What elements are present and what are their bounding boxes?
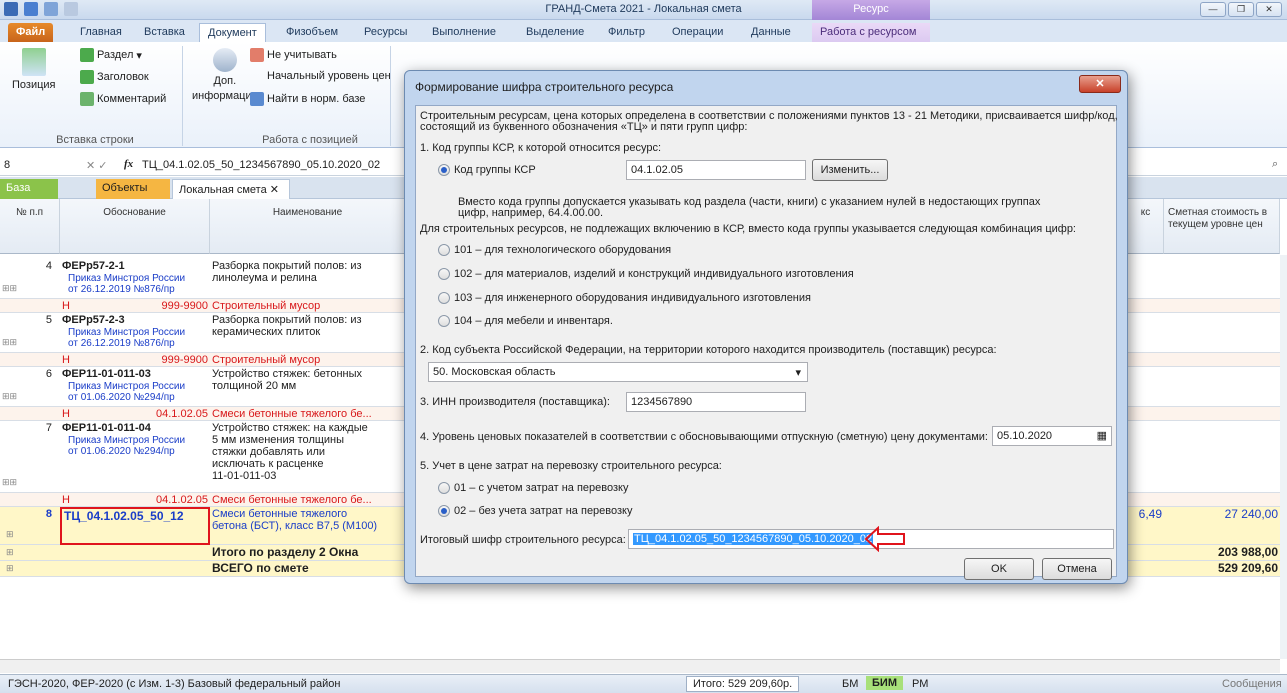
radio-transport-02[interactable] (438, 505, 450, 517)
function-icon[interactable]: fx (124, 158, 133, 170)
tab-filter[interactable]: Фильтр (600, 23, 653, 42)
section-icon (80, 48, 94, 62)
status-norm-base: ГЭСН-2020, ФЕР-2020 (с Изм. 1-3) Базовый… (8, 678, 341, 690)
horizontal-scrollbar[interactable] (0, 659, 1280, 673)
position-icon (21, 48, 46, 76)
expand-icon[interactable]: ⊞⊞ (0, 389, 20, 404)
dop-info-button[interactable]: Доп. информация (192, 48, 258, 102)
ignore-button[interactable]: Не учитывать (250, 48, 337, 62)
find-icon (250, 92, 264, 106)
ok-button[interactable]: OK (964, 558, 1034, 580)
formula-input[interactable]: ТЦ_04.1.02.05_50_1234567890_05.10.2020_0… (142, 159, 380, 171)
radio-101[interactable] (438, 244, 450, 256)
heading-button[interactable]: Заголовок (80, 70, 149, 84)
status-messages[interactable]: Сообщения (1222, 678, 1282, 690)
tab-data[interactable]: Данные (743, 23, 799, 42)
comment-icon (80, 92, 94, 106)
expand-icon[interactable]: ⊞ (4, 561, 16, 576)
heading-icon (80, 70, 94, 84)
magnifier-icon (212, 48, 237, 72)
expand-icon[interactable]: ⊞⊞ (0, 281, 20, 296)
tab-objects[interactable]: Объекты (96, 179, 170, 199)
tab-resource-work[interactable]: Работа с ресурсом (812, 23, 930, 42)
radio-103[interactable] (438, 292, 450, 304)
ksr-code-field[interactable]: 04.1.02.05 (626, 160, 806, 180)
status-bar: ГЭСН-2020, ФЕР-2020 (с Изм. 1-3) Базовый… (0, 674, 1287, 693)
ribbon-tabs: Файл Главная Вставка Документ Физобъем Р… (0, 20, 1287, 42)
group-position-label: Работа с позицией (262, 134, 358, 146)
expand-icon[interactable]: ⊞ (4, 527, 24, 542)
cell-reference[interactable]: 8 (4, 159, 10, 171)
separator (182, 46, 183, 146)
tab-insert[interactable]: Вставка (136, 23, 193, 42)
radio-102[interactable] (438, 268, 450, 280)
status-bim[interactable]: БИМ (866, 676, 903, 690)
window-title: ГРАНД-Смета 2021 - Локальная смета (545, 3, 742, 15)
position-button[interactable]: Позиция (12, 48, 56, 91)
section-button[interactable]: Раздел ▾ (80, 48, 142, 62)
tab-execution[interactable]: Выполнение (424, 23, 504, 42)
close-button[interactable]: ✕ (1256, 2, 1282, 17)
change-button[interactable]: Изменить... (812, 159, 888, 181)
tab-base[interactable]: База (0, 179, 58, 199)
radio-transport-01[interactable] (438, 482, 450, 494)
minimize-button[interactable]: — (1200, 2, 1226, 17)
header-num[interactable]: № п.п (0, 199, 60, 254)
context-tab-header: Ресурс (812, 0, 930, 20)
radio-ksr[interactable] (438, 164, 450, 176)
red-arrow-annotation (864, 526, 905, 552)
tab-selection[interactable]: Выделение (518, 23, 592, 42)
search-icon[interactable]: ⌕ (1272, 158, 1278, 171)
find-norm-button[interactable]: Найти в норм. базе (250, 92, 365, 106)
region-select[interactable]: 50. Московская область ▾ (428, 362, 808, 382)
date-field[interactable]: 05.10.2020 ▦ (992, 426, 1112, 446)
inn-field[interactable]: 1234567890 (626, 392, 806, 412)
tab-document[interactable]: Документ (199, 23, 266, 42)
dialog-body: Строительным ресурсам, цена которых опре… (415, 105, 1118, 580)
dialog-close-button[interactable]: ✕ (1079, 75, 1121, 93)
tab-home[interactable]: Главная (72, 23, 130, 42)
expand-icon[interactable]: ⊞⊞ (0, 335, 20, 350)
tab-local-estimate[interactable]: Локальная смета ✕ (172, 179, 290, 199)
group-insert-label: Вставка строки (56, 134, 134, 146)
header-name[interactable]: Наименование (210, 199, 406, 254)
ignore-icon (250, 48, 264, 62)
title-bar: ГРАНД-Смета 2021 - Локальная смета Ресур… (0, 0, 1287, 20)
close-icon[interactable]: ✕ (270, 184, 279, 196)
cancel-button[interactable]: Отмена (1042, 558, 1112, 580)
radio-104[interactable] (438, 315, 450, 327)
cancel-icon[interactable]: ✕ ✓ (86, 159, 108, 172)
status-total[interactable]: Итого: 529 209,60р. (686, 676, 800, 692)
comment-button[interactable]: Комментарий (80, 92, 166, 106)
chevron-down-icon: ▾ (136, 49, 142, 62)
status-bm[interactable]: БМ (836, 677, 864, 691)
expand-icon[interactable]: ⊞⊞ (0, 475, 20, 490)
selected-basis-cell[interactable]: ТЦ_04.1.02.05_50_12 (60, 507, 210, 545)
init-level-button[interactable]: Начальный уровень цен (267, 70, 391, 82)
calendar-icon[interactable]: ▦ (1097, 429, 1107, 442)
chevron-down-icon: ▾ (795, 367, 801, 379)
tab-operations[interactable]: Операции (664, 23, 731, 42)
expand-icon[interactable]: ⊞ (4, 545, 16, 560)
header-cost[interactable]: Сметная стоимость в текущем уровне цен (1164, 199, 1280, 254)
tab-resources[interactable]: Ресурсы (356, 23, 415, 42)
maximize-button[interactable]: ❐ (1228, 2, 1254, 17)
tab-file[interactable]: Файл (8, 23, 54, 42)
separator (390, 46, 391, 146)
header-ks[interactable]: кс (1128, 199, 1164, 254)
vertical-scrollbar[interactable] (1280, 255, 1287, 659)
tab-volume[interactable]: Физобъем (278, 23, 346, 42)
resource-code-dialog: Формирование шифра строительного ресурса… (404, 70, 1128, 584)
header-basis[interactable]: Обоснование (60, 199, 210, 254)
status-pm[interactable]: РМ (906, 677, 934, 691)
dialog-title: Формирование шифра строительного ресурса (415, 80, 674, 94)
